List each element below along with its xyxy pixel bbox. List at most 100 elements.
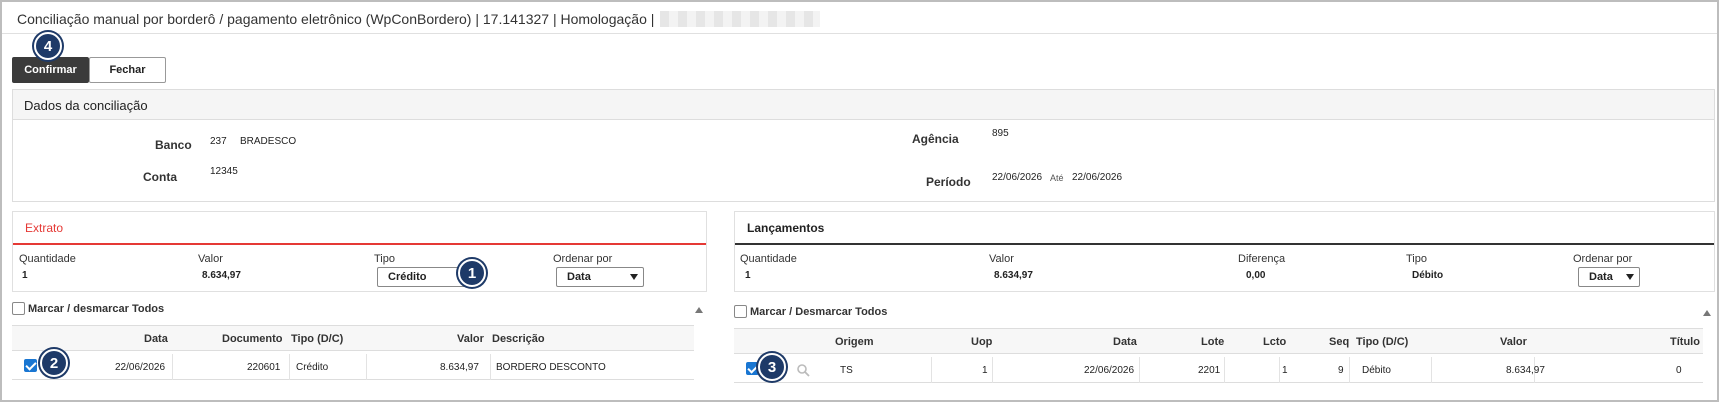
conta-value: 12345 [210, 166, 238, 177]
lancamentos-header: Lançamentos [735, 212, 1714, 245]
cell-valor: 8.634,97 [1506, 365, 1545, 376]
step-badge-3: 3 [758, 353, 786, 381]
lanc-ordenar-select[interactable]: Data [1578, 267, 1640, 287]
cell-documento: 220601 [247, 362, 281, 373]
extrato-ordenar-label: Ordenar por [553, 253, 613, 265]
chevron-down-icon [1626, 274, 1634, 280]
title-bar: Conciliação manual por borderô / pagamen… [2, 2, 1717, 34]
col-seq[interactable]: Seq [1329, 336, 1349, 348]
collapse-up-icon[interactable] [1703, 310, 1711, 316]
lanc-mark-all-label: Marcar / Desmarcar Todos [750, 306, 888, 318]
lanc-quantidade-label: Quantidade [740, 253, 797, 265]
dados-panel: Dados da conciliação Banco 237 BRADESCO … [12, 89, 1715, 202]
periodo-ate: Até [1050, 173, 1064, 183]
search-icon[interactable] [796, 363, 810, 377]
extrato-mark-all-checkbox[interactable] [12, 302, 25, 315]
col-titulo[interactable]: Título [1670, 336, 1700, 348]
column-divider [1279, 357, 1280, 383]
extrato-title: Extrato [25, 221, 64, 235]
column-divider [366, 354, 367, 380]
lanc-valor-value: 8.634,97 [994, 270, 1033, 281]
cell-data: 22/06/2026 [1084, 365, 1135, 376]
dados-title: Dados da conciliação [24, 98, 148, 113]
lanc-diferenca-value: 0,00 [1246, 270, 1266, 281]
lanc-tipo-value: Débito [1412, 270, 1444, 281]
col-uop[interactable]: Uop [971, 336, 992, 348]
agencia-label: Agência [912, 132, 959, 146]
lanc-table-header: Origem Uop Data Lote Lcto Seq Tipo (D/C)… [734, 328, 1703, 354]
redacted-user [660, 11, 821, 27]
col-lote[interactable]: Lote [1201, 336, 1224, 348]
extrato-ordenar-value: Data [567, 271, 591, 283]
column-divider [490, 354, 491, 380]
col-origem[interactable]: Origem [835, 336, 874, 348]
cell-tipo: Crédito [296, 362, 329, 373]
column-divider [289, 354, 290, 380]
banco-label: Banco [155, 138, 192, 152]
column-divider [992, 357, 993, 383]
cell-valor: 8.634,97 [440, 362, 479, 373]
col-lcto[interactable]: Lcto [1263, 336, 1286, 348]
column-divider [1431, 357, 1432, 383]
periodo-end: 22/06/2026 [1072, 172, 1123, 183]
col-valor[interactable]: Valor [1500, 336, 1527, 348]
banco-name: BRADESCO [240, 136, 297, 147]
row-checkbox[interactable] [24, 359, 37, 372]
cell-tipo: Débito [1362, 365, 1391, 376]
column-divider [1224, 357, 1225, 383]
extrato-table-header: Data Documento Tipo (D/C) Valor Descriçã… [12, 325, 694, 351]
extrato-quantidade-label: Quantidade [19, 253, 76, 265]
cell-seq: 9 [1338, 365, 1344, 376]
cell-lcto: 1 [1282, 365, 1288, 376]
col-valor[interactable]: Valor [457, 333, 484, 345]
conta-label: Conta [143, 170, 177, 184]
cell-lote: 2201 [1198, 365, 1221, 376]
extrato-tipo-label: Tipo [374, 253, 395, 265]
collapse-up-icon[interactable] [695, 307, 703, 313]
extrato-header: Extrato [13, 212, 706, 245]
close-button[interactable]: Fechar [89, 57, 166, 83]
lancamentos-title: Lançamentos [747, 221, 825, 235]
lanc-quantidade-value: 1 [745, 270, 751, 281]
table-row[interactable]: 22/06/2026 220601 Crédito 8.634,97 BORDE… [12, 354, 694, 380]
periodo-label: Período [926, 175, 971, 189]
lanc-valor-label: Valor [989, 253, 1014, 265]
extrato-mark-all-label: Marcar / desmarcar Todos [28, 303, 165, 315]
confirm-button[interactable]: Confirmar [12, 57, 89, 83]
lanc-tipo-label: Tipo [1406, 253, 1427, 265]
extrato-panel: Extrato Quantidade 1 Valor 8.634,97 Tipo… [12, 211, 707, 292]
cell-descricao: BORDERO DESCONTO [496, 362, 606, 373]
col-data[interactable]: Data [144, 333, 168, 345]
column-divider [931, 357, 932, 383]
extrato-ordenar-select[interactable]: Data [556, 267, 644, 287]
cell-titulo: 0 [1676, 365, 1682, 376]
dados-header: Dados da conciliação [13, 90, 1714, 120]
lanc-ordenar-label: Ordenar por [1573, 253, 1633, 265]
chevron-down-icon [630, 274, 638, 280]
extrato-tipo-select[interactable]: Crédito [377, 267, 470, 287]
extrato-quantidade-value: 1 [22, 270, 28, 281]
periodo-start: 22/06/2026 [992, 172, 1043, 183]
agencia-value: 895 [992, 128, 1009, 139]
column-divider [172, 354, 173, 380]
extrato-tipo-value: Crédito [388, 271, 427, 283]
extrato-valor-value: 8.634,97 [202, 270, 241, 281]
lanc-mark-all-checkbox[interactable] [734, 305, 747, 318]
lancamentos-panel: Lançamentos Quantidade 1 Valor 8.634,97 … [734, 211, 1715, 292]
col-documento[interactable]: Documento [222, 333, 283, 345]
col-descricao[interactable]: Descrição [492, 333, 545, 345]
column-divider [1349, 357, 1350, 383]
step-badge-4: 4 [34, 32, 62, 60]
cell-data: 22/06/2026 [115, 362, 166, 373]
banco-code: 237 [210, 136, 227, 147]
table-row[interactable]: TS 1 22/06/2026 2201 1 9 Débito 8.634,97… [734, 357, 1703, 383]
extrato-valor-label: Valor [198, 253, 223, 265]
page-title: Conciliação manual por borderô / pagamen… [17, 11, 821, 27]
col-tipo[interactable]: Tipo (D/C) [291, 333, 343, 345]
cell-uop: 1 [982, 365, 988, 376]
col-data[interactable]: Data [1113, 336, 1137, 348]
step-badge-2: 2 [40, 349, 68, 377]
lanc-diferenca-label: Diferença [1238, 253, 1286, 265]
col-tipo[interactable]: Tipo (D/C) [1356, 336, 1408, 348]
row-checkbox[interactable] [746, 362, 759, 375]
